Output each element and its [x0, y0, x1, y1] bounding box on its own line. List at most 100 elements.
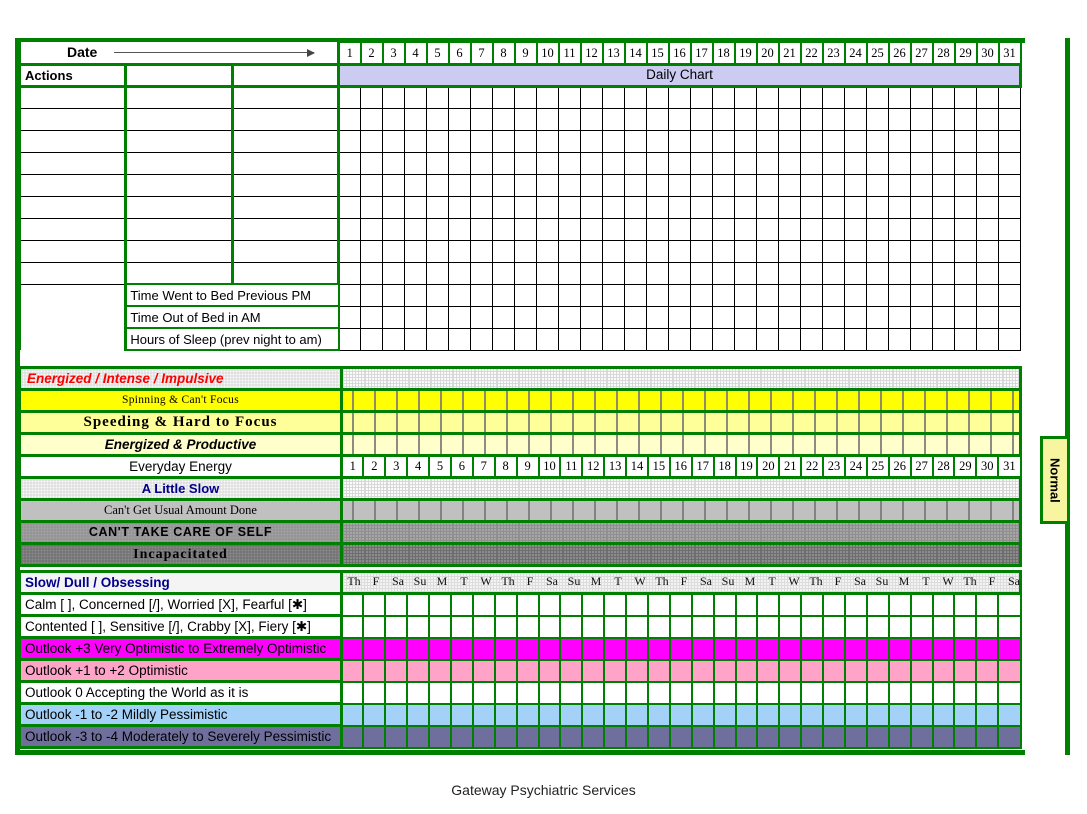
action-day-cell[interactable]	[427, 262, 449, 284]
sleep-day-cell[interactable]	[647, 284, 669, 306]
action-day-cell[interactable]	[361, 174, 383, 196]
action-day-cell[interactable]	[537, 130, 559, 152]
action-day-cell[interactable]	[999, 196, 1021, 218]
action-day-cell[interactable]	[999, 130, 1021, 152]
action-day-cell[interactable]	[427, 86, 449, 108]
action-day-cell[interactable]	[449, 152, 471, 174]
sleep-day-cell[interactable]	[427, 284, 449, 306]
mood-outlook-day-cell[interactable]	[714, 682, 736, 704]
action-day-cell[interactable]	[405, 152, 427, 174]
mood-outlook-day-cell[interactable]	[407, 594, 429, 616]
sleep-day-cell[interactable]	[779, 284, 801, 306]
action-day-cell[interactable]	[427, 196, 449, 218]
mood-outlook-day-cell[interactable]	[933, 726, 955, 748]
everyday-energy-day-1[interactable]: 1	[342, 456, 364, 478]
mood-outlook-day-cell[interactable]	[823, 726, 845, 748]
mood-outlook-day-cell[interactable]	[889, 660, 911, 682]
sleep-day-cell[interactable]	[405, 328, 427, 350]
sleep-day-cell[interactable]	[757, 328, 779, 350]
mood-outlook-day-cell[interactable]	[604, 638, 626, 660]
mood-outlook-day-cell[interactable]	[779, 638, 801, 660]
action-day-cell[interactable]	[515, 196, 537, 218]
action-day-cell[interactable]	[845, 240, 867, 262]
sleep-day-cell[interactable]	[625, 306, 647, 328]
action-day-cell[interactable]	[471, 174, 493, 196]
mood-outlook-day-cell[interactable]	[736, 638, 758, 660]
mood-outlook-day-cell[interactable]	[845, 616, 867, 638]
sleep-day-cell[interactable]	[361, 328, 383, 350]
mood-outlook-day-cell[interactable]	[845, 594, 867, 616]
mood-scale-plot-area-1[interactable]	[342, 390, 1021, 412]
mood-outlook-day-cell[interactable]	[648, 726, 670, 748]
action-day-cell[interactable]	[977, 262, 999, 284]
sleep-day-cell[interactable]	[581, 284, 603, 306]
action-day-cell[interactable]	[911, 130, 933, 152]
action-day-cell[interactable]	[977, 152, 999, 174]
action-day-cell[interactable]	[537, 152, 559, 174]
date-column-header-2[interactable]: 2	[361, 42, 383, 64]
action-day-cell[interactable]	[933, 152, 955, 174]
sleep-day-cell[interactable]	[955, 284, 977, 306]
action-subcell-1[interactable]	[126, 174, 232, 196]
action-day-cell[interactable]	[911, 86, 933, 108]
sleep-day-cell[interactable]	[383, 306, 405, 328]
action-day-cell[interactable]	[471, 152, 493, 174]
mood-outlook-day-cell[interactable]	[845, 638, 867, 660]
mood-outlook-day-cell[interactable]	[604, 594, 626, 616]
mood-outlook-day-cell[interactable]	[604, 660, 626, 682]
action-day-cell[interactable]	[801, 152, 823, 174]
mood-outlook-day-cell[interactable]	[801, 594, 823, 616]
mood-outlook-day-cell[interactable]	[779, 660, 801, 682]
action-day-cell[interactable]	[581, 86, 603, 108]
mood-outlook-day-cell[interactable]	[407, 682, 429, 704]
action-day-cell[interactable]	[361, 108, 383, 130]
mood-outlook-day-cell[interactable]	[933, 638, 955, 660]
sleep-day-cell[interactable]	[603, 306, 625, 328]
action-day-cell[interactable]	[845, 196, 867, 218]
mood-outlook-day-cell[interactable]	[779, 594, 801, 616]
action-day-cell[interactable]	[405, 218, 427, 240]
mood-outlook-day-cell[interactable]	[429, 594, 451, 616]
mood-outlook-day-cell[interactable]	[823, 594, 845, 616]
action-day-cell[interactable]	[999, 86, 1021, 108]
action-day-cell[interactable]	[779, 130, 801, 152]
everyday-energy-day-3[interactable]: 3	[385, 456, 407, 478]
action-day-cell[interactable]	[559, 86, 581, 108]
date-column-header-1[interactable]: 1	[339, 42, 361, 64]
mood-outlook-day-cell[interactable]	[954, 704, 976, 726]
action-day-cell[interactable]	[735, 262, 757, 284]
sleep-day-cell[interactable]	[867, 306, 889, 328]
mood-outlook-day-cell[interactable]	[889, 726, 911, 748]
mood-outlook-day-cell[interactable]	[582, 594, 604, 616]
sleep-day-cell[interactable]	[977, 284, 999, 306]
mood-outlook-day-cell[interactable]	[823, 638, 845, 660]
sleep-day-cell[interactable]	[911, 328, 933, 350]
mood-outlook-day-cell[interactable]	[998, 726, 1020, 748]
action-day-cell[interactable]	[911, 262, 933, 284]
action-day-cell[interactable]	[361, 86, 383, 108]
action-day-cell[interactable]	[889, 86, 911, 108]
everyday-energy-day-23[interactable]: 23	[823, 456, 845, 478]
action-day-cell[interactable]	[361, 240, 383, 262]
action-day-cell[interactable]	[559, 108, 581, 130]
action-day-cell[interactable]	[779, 108, 801, 130]
action-day-cell[interactable]	[691, 130, 713, 152]
mood-outlook-day-cell[interactable]	[889, 704, 911, 726]
date-column-header-7[interactable]: 7	[471, 42, 493, 64]
mood-outlook-day-cell[interactable]	[670, 616, 692, 638]
sleep-day-cell[interactable]	[449, 306, 471, 328]
date-column-header-19[interactable]: 19	[735, 42, 757, 64]
mood-outlook-day-cell[interactable]	[670, 660, 692, 682]
action-day-cell[interactable]	[911, 174, 933, 196]
mood-outlook-day-cell[interactable]	[736, 704, 758, 726]
mood-outlook-day-cell[interactable]	[495, 704, 517, 726]
action-day-cell[interactable]	[339, 196, 361, 218]
action-day-cell[interactable]	[801, 130, 823, 152]
sleep-day-cell[interactable]	[537, 306, 559, 328]
sleep-day-cell[interactable]	[647, 306, 669, 328]
mood-outlook-day-cell[interactable]	[342, 638, 364, 660]
action-name-cell[interactable]	[20, 262, 126, 284]
action-day-cell[interactable]	[515, 174, 537, 196]
mood-outlook-day-cell[interactable]	[670, 638, 692, 660]
action-day-cell[interactable]	[515, 152, 537, 174]
